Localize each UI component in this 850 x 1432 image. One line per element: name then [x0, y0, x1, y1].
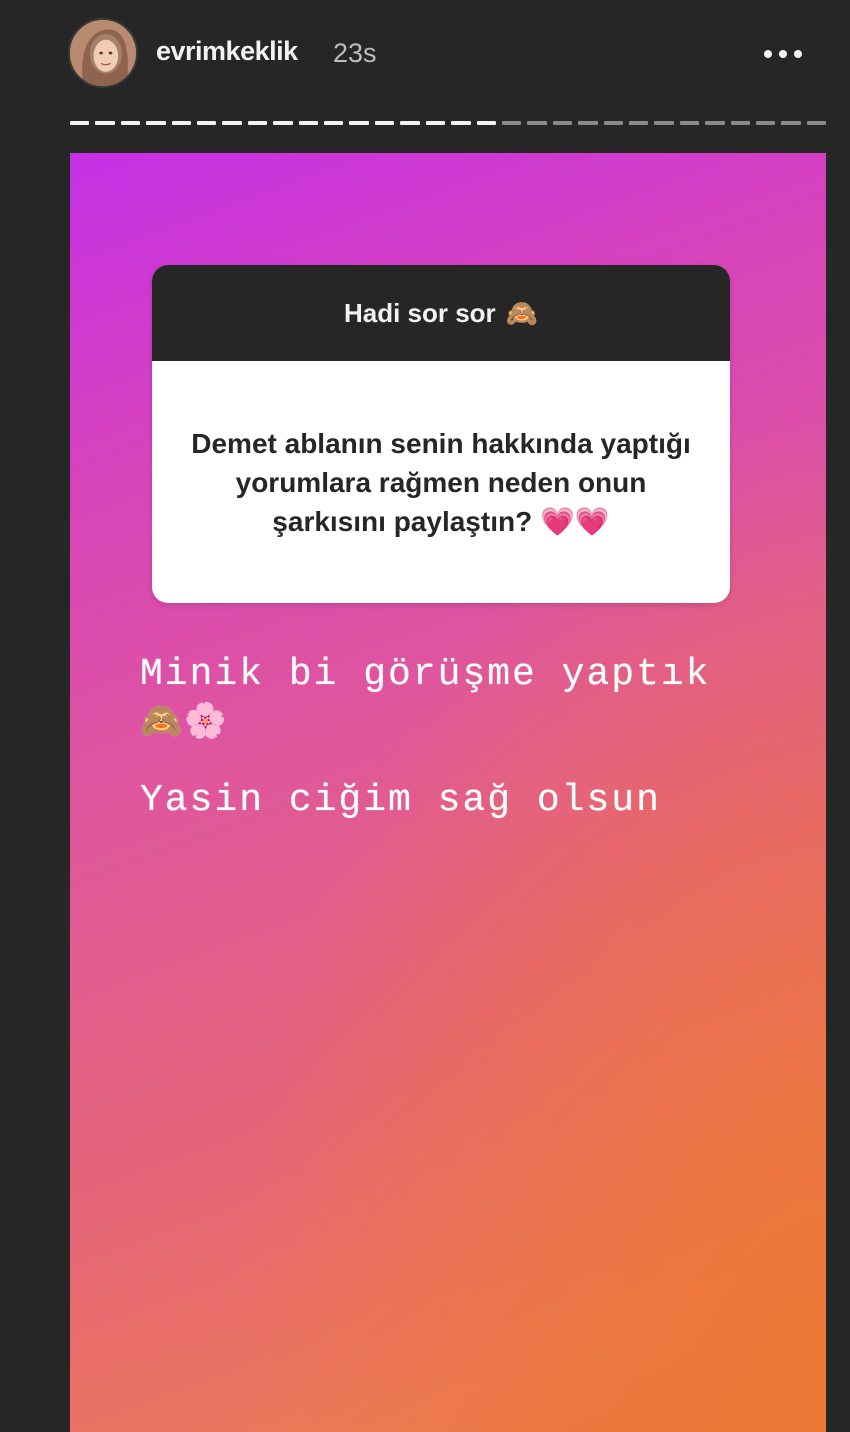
progress-segment: [603, 121, 623, 125]
progress-segment: [552, 121, 573, 125]
profile-photo: [70, 20, 136, 86]
progress-segment: [400, 121, 420, 125]
avatar[interactable]: [68, 18, 138, 88]
question-sticker[interactable]: Hadi sor sor 🙈 Demet ablanın senin hakkı…: [152, 265, 730, 603]
more-dot: [794, 50, 802, 58]
progress-segment: [171, 121, 192, 125]
progress-segment: [527, 121, 547, 125]
progress-segment: [197, 121, 217, 125]
reply-text-line: Yasin ciğim sağ olsun: [140, 779, 661, 822]
progress-segment: [451, 121, 471, 125]
progress-segment: [349, 121, 369, 125]
progress-segment: [501, 121, 522, 125]
reply-emoji-line: 🙈🌸: [140, 705, 229, 743]
progress-segment: [730, 121, 750, 125]
story-progress-bar: [70, 119, 827, 127]
question-sticker-header: Hadi sor sor 🙈: [152, 265, 730, 361]
progress-segment: [70, 121, 90, 125]
progress-segment: [273, 121, 293, 125]
progress-segment: [95, 121, 115, 125]
see-no-evil-monkey-icon: 🙈: [505, 297, 539, 328]
progress-segment: [806, 121, 827, 125]
more-options-icon[interactable]: [755, 32, 811, 76]
progress-segment: [324, 121, 344, 125]
question-text: Demet ablanın senin hakkında yaptığı yor…: [191, 427, 691, 537]
progress-segment: [120, 121, 141, 125]
more-dot: [779, 50, 787, 58]
progress-segment: [755, 121, 776, 125]
post-time: 23s: [333, 38, 377, 68]
story-viewer: evrimkeklik 23s Hadi sor sor 🙈 Demet abl…: [0, 0, 850, 1432]
progress-segment: [654, 121, 674, 125]
story-header: evrimkeklik 23s: [0, 0, 850, 110]
progress-segment: [425, 121, 446, 125]
progress-segment: [679, 121, 700, 125]
progress-segment: [298, 121, 319, 125]
story-content[interactable]: Hadi sor sor 🙈 Demet ablanın senin hakkı…: [70, 153, 826, 1432]
username[interactable]: evrimkeklik: [156, 36, 298, 67]
progress-segment: [374, 121, 395, 125]
progress-segment: [146, 121, 166, 125]
more-dot: [764, 50, 772, 58]
progress-segment: [628, 121, 649, 125]
progress-segment: [781, 121, 801, 125]
progress-segment: [247, 121, 268, 125]
question-sticker-title: Hadi sor sor: [343, 297, 496, 328]
progress-segment: [476, 121, 496, 125]
progress-segment: [705, 121, 725, 125]
progress-segment: [222, 121, 242, 125]
progress-segment: [578, 121, 598, 125]
reply-text-line: Minik bi görüşme yaptık: [140, 653, 711, 696]
